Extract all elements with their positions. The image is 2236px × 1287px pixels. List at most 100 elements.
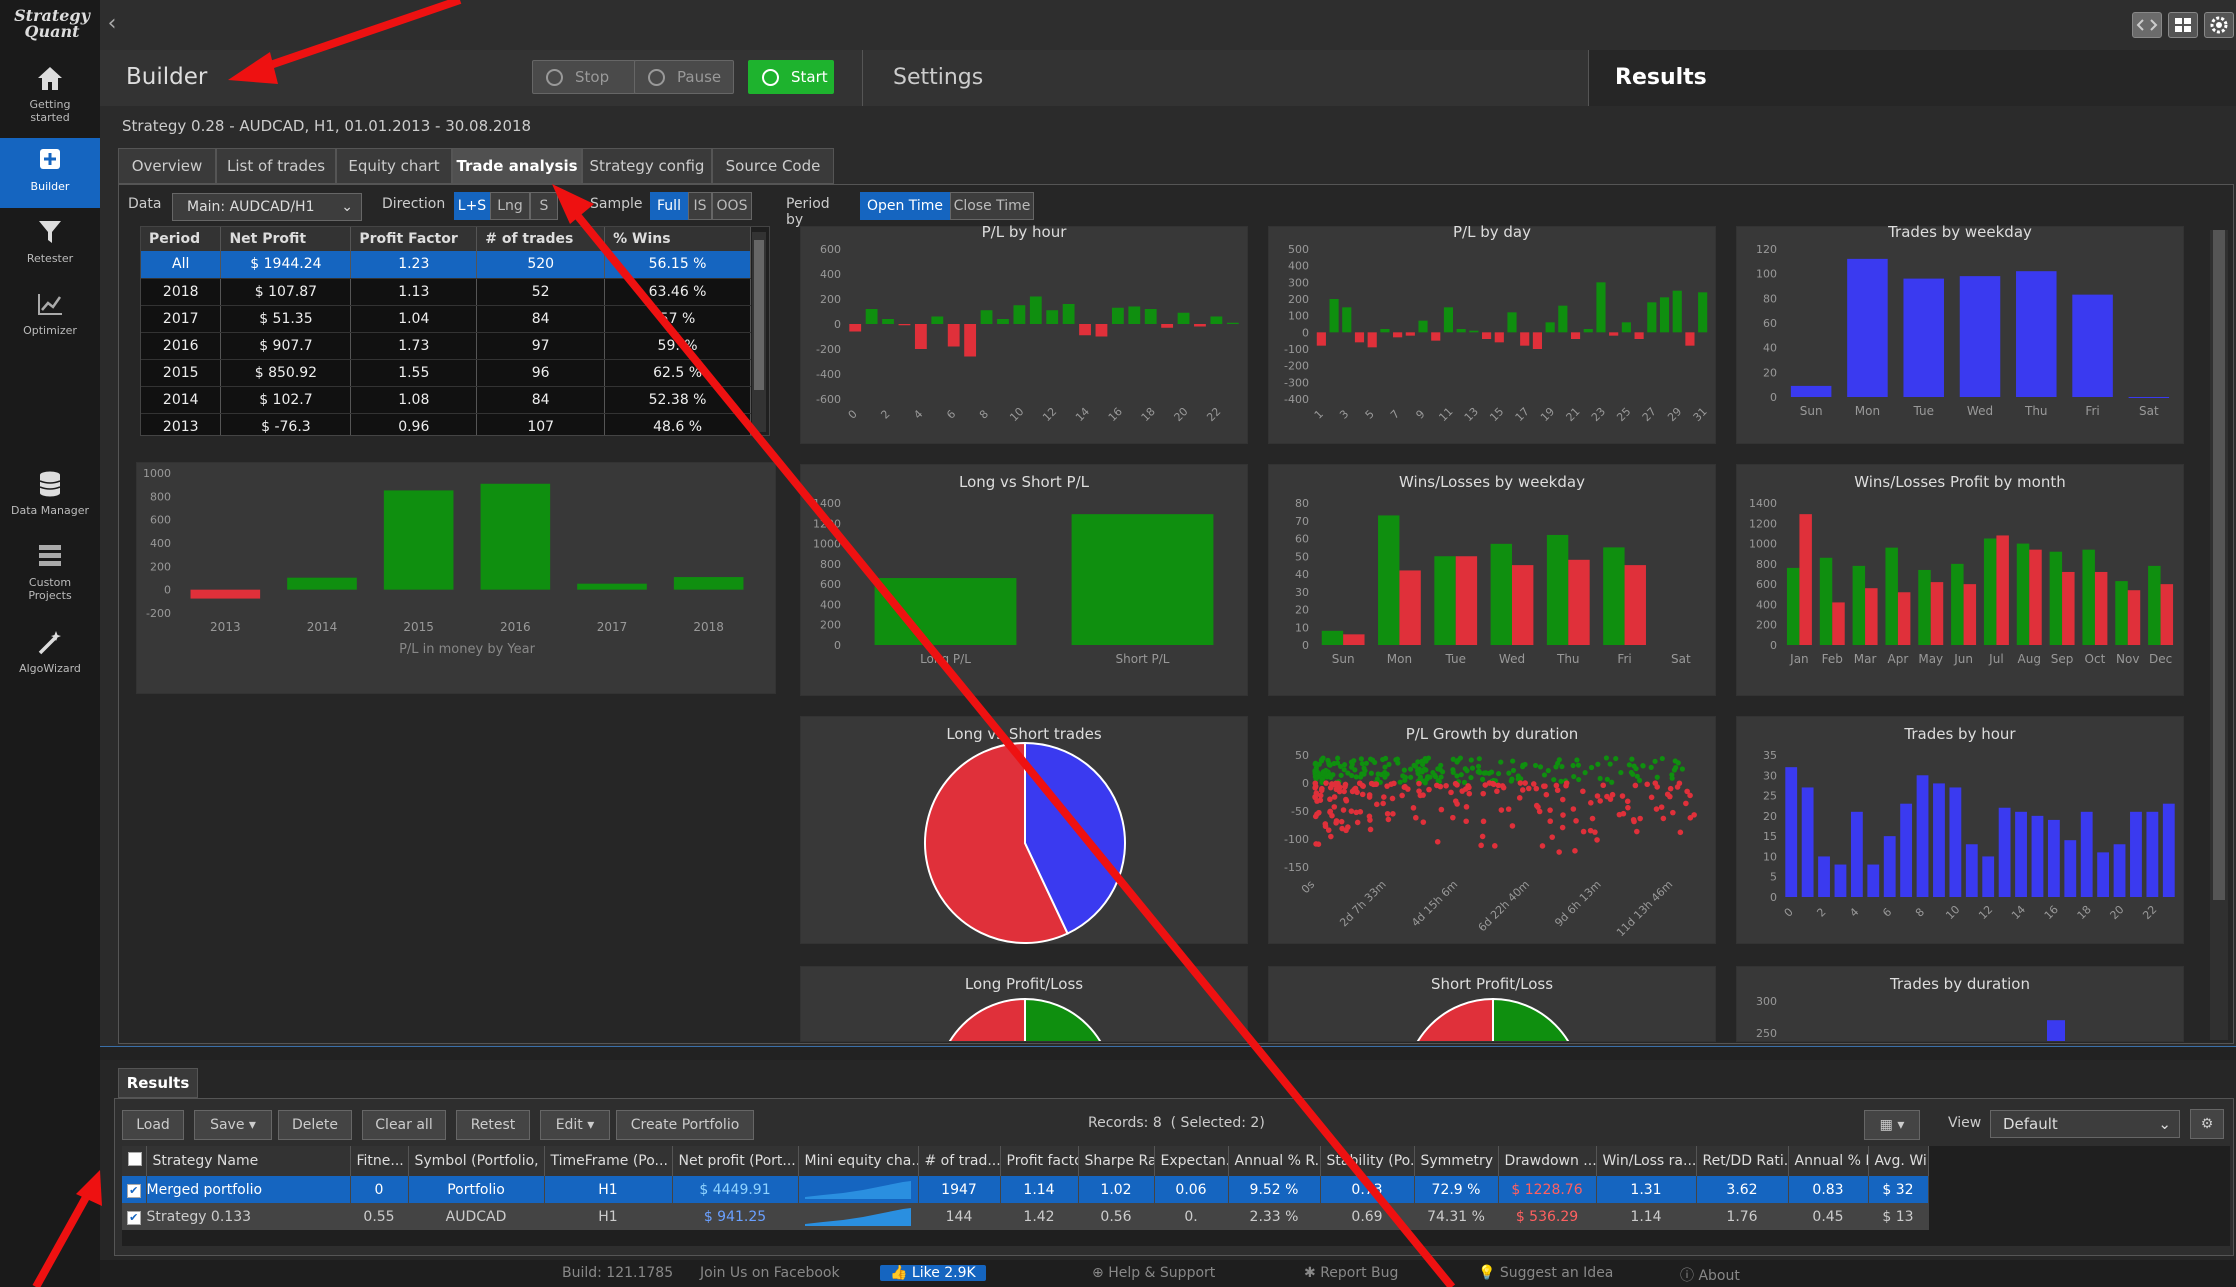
- gear-icon[interactable]: [2204, 12, 2234, 38]
- table-row[interactable]: 2014 $ 102.7 1.08 84 52.38 %: [141, 386, 751, 414]
- start-button[interactable]: Start: [748, 60, 834, 94]
- tab-source-code[interactable]: Source Code: [712, 148, 834, 184]
- bar: [2047, 1020, 2065, 1041]
- tab-list-of-trades[interactable]: List of trades: [216, 148, 336, 184]
- col-header[interactable]: Stability (Po...: [1320, 1146, 1415, 1176]
- sample-oos[interactable]: OOS: [712, 192, 752, 220]
- period-open-time[interactable]: Open Time: [860, 192, 950, 220]
- col-profit-factor[interactable]: Profit Factor: [350, 227, 478, 251]
- col-header[interactable]: Mini equity cha...: [798, 1146, 919, 1176]
- row-checkbox[interactable]: ✔: [122, 1203, 147, 1230]
- bar: [1949, 787, 1962, 897]
- col-header[interactable]: Symmetry (...: [1414, 1146, 1499, 1176]
- table-row[interactable]: 2016 $ 907.7 1.73 97 59. %: [141, 332, 751, 360]
- nav-builder[interactable]: Builder: [0, 138, 100, 208]
- col-net-profit[interactable]: Net Profit: [220, 227, 352, 251]
- table-row[interactable]: ✔ Merged portfolio 0 Portfolio H1 $ 4449.91 19…: [122, 1176, 1929, 1203]
- col-trades[interactable]: # of trades: [476, 227, 606, 251]
- nav-optimizer[interactable]: Optimizer: [0, 282, 100, 352]
- table-row[interactable]: 2013 $ -76.3 0.96 107 48.6 %: [141, 413, 751, 435]
- row-checkbox[interactable]: ✔: [122, 1176, 147, 1203]
- nav-custom-projects[interactable]: Custom Projects: [0, 534, 100, 604]
- table-row[interactable]: 2015 $ 850.92 1.55 96 62.5 %: [141, 359, 751, 387]
- tab-strategy-config[interactable]: Strategy config: [582, 148, 712, 184]
- table-row[interactable]: 2017 $ 51.35 1.04 84 57 %: [141, 305, 751, 333]
- sample-is[interactable]: IS: [688, 192, 712, 220]
- tab-results[interactable]: Results: [1588, 50, 2236, 106]
- back-chevron-icon[interactable]: ‹: [100, 12, 124, 36]
- table-row[interactable]: All $ 1944.24 1.23 520 56.15 %: [141, 251, 751, 279]
- scatter-point-loss: [1338, 818, 1345, 825]
- view-settings-gear-icon[interactable]: ⚙: [2190, 1109, 2224, 1139]
- col-header[interactable]: Symbol (Portfolio, IS): [408, 1146, 545, 1176]
- scatter-point-win: [1349, 772, 1355, 779]
- col-header[interactable]: Win/Loss ra...: [1596, 1146, 1697, 1176]
- col-header[interactable]: Ret/DD Rati...: [1696, 1146, 1789, 1176]
- select-all-checkbox[interactable]: [122, 1146, 147, 1176]
- col-header[interactable]: # of trad...: [918, 1146, 1001, 1176]
- col-header[interactable]: Fitne...: [350, 1146, 409, 1176]
- col-header[interactable]: Drawdown ...: [1498, 1146, 1597, 1176]
- col-header[interactable]: Sharpe Rati...: [1078, 1146, 1155, 1176]
- facebook-link[interactable]: Join Us on Facebook: [700, 1265, 840, 1281]
- load-button[interactable]: Load: [122, 1110, 184, 1140]
- col-header[interactable]: Net profit (Port...: [672, 1146, 799, 1176]
- column-settings-button[interactable]: ▦ ▾: [1864, 1110, 1920, 1140]
- tab-trade-analysis[interactable]: Trade analysis: [452, 148, 582, 184]
- edit-button[interactable]: Edit ▾: [540, 1110, 610, 1140]
- col-header[interactable]: Avg. Win (: [1868, 1146, 1929, 1176]
- about-link[interactable]: ⓘ About: [1680, 1265, 1740, 1285]
- table-scrollbar[interactable]: [752, 232, 766, 432]
- direction-short[interactable]: S: [530, 192, 558, 220]
- data-select[interactable]: Main: AUDCAD/H1 ⌄: [172, 193, 362, 221]
- col-header[interactable]: TimeFrame (Po...: [544, 1146, 673, 1176]
- view-select[interactable]: Default ⌄: [1990, 1110, 2180, 1138]
- col-period[interactable]: Period: [141, 227, 222, 251]
- col-header[interactable]: Strategy Name: [146, 1146, 351, 1176]
- tab-equity-chart[interactable]: Equity chart: [336, 148, 452, 184]
- table-row[interactable]: ✔ Strategy 0.133 0.55 AUDCAD H1 $ 941.25 144 1.…: [122, 1203, 1929, 1230]
- tab-settings[interactable]: Settings: [862, 50, 1587, 106]
- scrollbar-thumb[interactable]: [2213, 230, 2225, 900]
- bar: [1456, 329, 1466, 333]
- scrollbar-thumb[interactable]: [754, 240, 764, 390]
- code-view-icon[interactable]: [2132, 12, 2162, 38]
- charts-scrollbar[interactable]: [2210, 230, 2228, 1040]
- clear-all-button[interactable]: Clear all: [362, 1110, 446, 1140]
- sample-full[interactable]: Full: [650, 192, 688, 220]
- direction-long-short[interactable]: L+S: [454, 192, 490, 220]
- like-button[interactable]: 👍 Like 2.9K: [880, 1265, 986, 1281]
- nav-getting-started[interactable]: Getting started: [0, 56, 100, 126]
- col-header[interactable]: Annual % R...: [1788, 1146, 1869, 1176]
- report-bug-link[interactable]: ✱ Report Bug: [1304, 1265, 1398, 1281]
- suggest-idea-link[interactable]: 💡 Suggest an Idea: [1478, 1265, 1613, 1281]
- col-header[interactable]: Expectan...: [1154, 1146, 1229, 1176]
- col-wins[interactable]: % Wins: [604, 227, 751, 251]
- create-portfolio-button[interactable]: Create Portfolio: [616, 1110, 754, 1140]
- table-row[interactable]: 2018 $ 107.87 1.13 52 63.46 %: [141, 278, 751, 306]
- scatter-point-win: [1669, 772, 1675, 778]
- scatter-point-loss: [1356, 780, 1363, 787]
- panel-splitter[interactable]: [100, 1046, 2236, 1060]
- direction-long[interactable]: Lng: [490, 192, 530, 220]
- scatter-point-win: [1480, 776, 1486, 782]
- tab-overview[interactable]: Overview: [118, 148, 216, 184]
- tab-results-databank[interactable]: Results: [118, 1068, 198, 1098]
- retest-button[interactable]: Retest: [456, 1110, 530, 1140]
- table-cell: $ 536.29: [1498, 1203, 1597, 1230]
- nav-data-manager[interactable]: Data Manager: [0, 462, 100, 532]
- stop-button[interactable]: Stop: [532, 60, 636, 94]
- grid-layout-icon[interactable]: [2168, 12, 2198, 38]
- bar-wins: [1819, 557, 1833, 645]
- help-link[interactable]: ⊕ Help & Support: [1092, 1265, 1215, 1281]
- col-header[interactable]: Annual % R...: [1228, 1146, 1321, 1176]
- delete-button[interactable]: Delete: [278, 1110, 352, 1140]
- scatter-point-win: [1609, 779, 1615, 785]
- nav-algowizard[interactable]: AlgoWizard: [0, 620, 100, 690]
- x-tick-label: 18: [2075, 903, 2094, 922]
- save-button[interactable]: Save ▾: [194, 1110, 272, 1140]
- col-header[interactable]: Profit facto...: [1000, 1146, 1079, 1176]
- pause-button[interactable]: Pause: [634, 60, 734, 94]
- nav-retester[interactable]: Retester: [0, 210, 100, 280]
- period-close-time[interactable]: Close Time: [950, 192, 1034, 220]
